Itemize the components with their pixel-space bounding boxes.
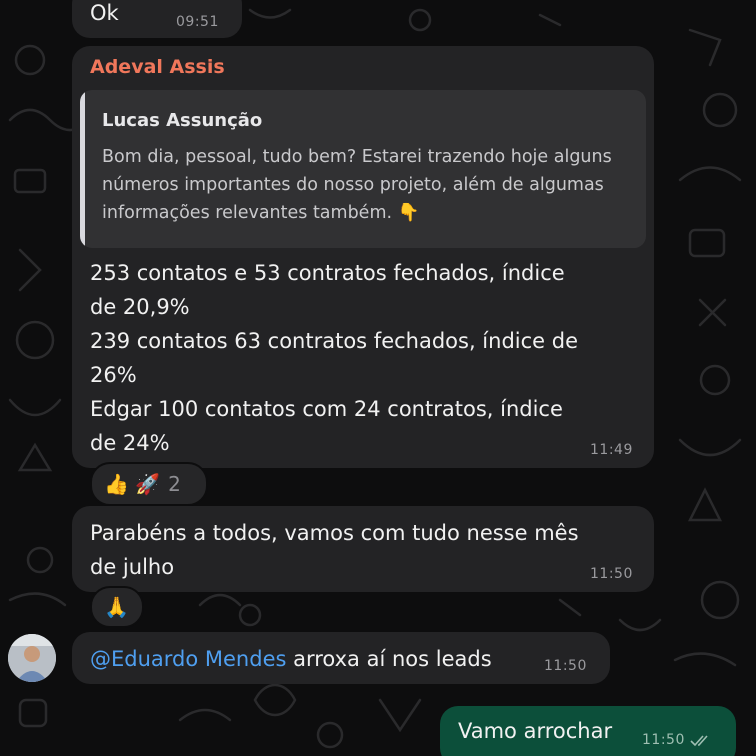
message-time: 11:50: [544, 658, 587, 674]
sender-name: Adeval Assis: [90, 56, 225, 78]
message-text: Vamo arrochar: [458, 719, 613, 743]
message-text: 253 contatos e 53 contratos fechados, ín…: [90, 261, 579, 455]
message-time: 11:49: [590, 442, 633, 458]
quote-author: Lucas Assunção: [102, 110, 263, 131]
reaction-pill[interactable]: 🙏: [90, 586, 144, 628]
message-mention[interactable]: @Eduardo Mendes arroxa aí nos leads 11:5…: [72, 632, 610, 684]
mention-link[interactable]: @Eduardo Mendes: [90, 647, 286, 671]
message-ok[interactable]: Ok 09:51: [72, 0, 242, 38]
quote-bar: [80, 90, 85, 248]
message-adeval[interactable]: Adeval Assis Lucas Assunção Bom dia, pes…: [72, 46, 654, 468]
quoted-message[interactable]: Lucas Assunção Bom dia, pessoal, tudo be…: [80, 90, 646, 248]
message-text: Ok: [90, 1, 119, 25]
quote-text: Bom dia, pessoal, tudo bem? Estarei traz…: [102, 147, 612, 223]
reaction-count: 2: [168, 472, 181, 496]
chat-background: Ok 09:51 Adeval Assis Lucas Assunção Bom…: [0, 0, 756, 756]
message-body: arroxa aí nos leads: [286, 647, 492, 671]
message-text: @Eduardo Mendes arroxa aí nos leads: [90, 642, 492, 676]
message-text: Parabéns a todos, vamos com tudo nesse m…: [90, 521, 579, 579]
message-parabens[interactable]: Parabéns a todos, vamos com tudo nesse m…: [72, 506, 654, 592]
reaction-pill[interactable]: 👍 🚀 2: [90, 462, 208, 506]
message-time: 11:50: [642, 732, 685, 748]
read-check-icon: [690, 735, 708, 747]
reaction-emojis: 🙏: [104, 595, 129, 619]
avatar[interactable]: [8, 634, 56, 682]
reaction-emojis: 👍 🚀: [104, 472, 161, 496]
message-time: 09:51: [176, 14, 219, 30]
avatar-photo-icon: [8, 634, 56, 682]
message-outgoing[interactable]: Vamo arrochar 11:50: [440, 706, 736, 756]
message-time: 11:50: [590, 566, 633, 582]
